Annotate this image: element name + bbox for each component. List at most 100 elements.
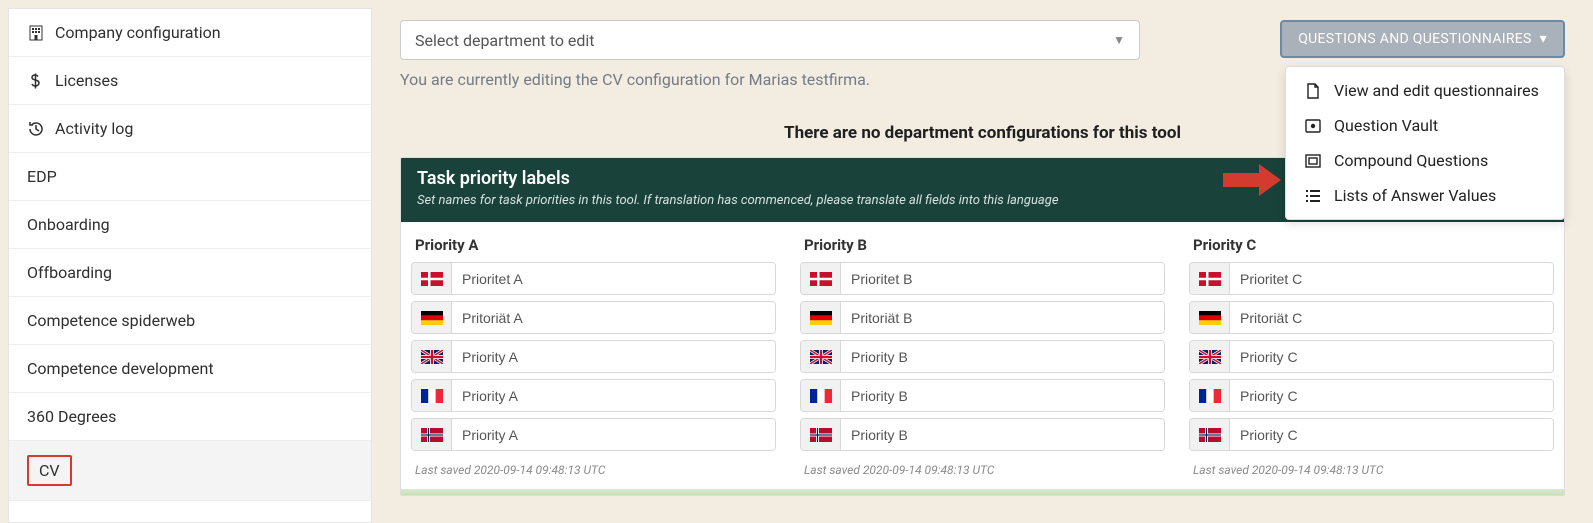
translation-input[interactable]: [1230, 263, 1553, 294]
sidebar-item-company-config[interactable]: Company configuration: [9, 9, 371, 57]
fr-flag-icon: [801, 380, 841, 411]
translation-row: [1189, 301, 1554, 334]
priority-column-title: Priority C: [1189, 236, 1554, 254]
translation-input[interactable]: [452, 263, 775, 294]
translation-row: [1189, 379, 1554, 412]
translation-row: [1189, 340, 1554, 373]
questions-dropdown-menu: View and edit questionnaires Question Va…: [1285, 66, 1565, 220]
vault-icon: [1304, 117, 1322, 135]
sidebar-item-label: Activity log: [55, 119, 133, 138]
sidebar-item-360-degrees[interactable]: 360 Degrees: [9, 393, 371, 441]
department-select-placeholder: Select department to edit: [415, 31, 595, 50]
translation-row: [800, 262, 1165, 295]
priority-column: Priority B Last saved 2020-09-14 09:48:13…: [800, 236, 1165, 481]
dropdown-button-label: QUESTIONS AND QUESTIONNAIRES: [1298, 31, 1531, 47]
history-icon: [27, 120, 45, 138]
dk-flag-icon: [1190, 263, 1230, 294]
menu-item-label: Compound Questions: [1334, 151, 1488, 170]
sidebar-item-competence-spiderweb[interactable]: Competence spiderweb: [9, 297, 371, 345]
de-flag-icon: [801, 302, 841, 333]
last-saved-label: Last saved 2020-09-14 09:48:13 UTC: [800, 457, 1165, 481]
sidebar-item-label: EDP: [27, 167, 57, 186]
translation-input[interactable]: [1230, 380, 1553, 411]
translation-input[interactable]: [841, 380, 1164, 411]
menu-question-vault[interactable]: Question Vault: [1286, 108, 1564, 143]
translation-row: [411, 418, 776, 451]
group-icon: [1304, 152, 1322, 170]
priority-column-title: Priority A: [411, 236, 776, 254]
no-flag-icon: [801, 419, 841, 450]
caret-down-icon: ▾: [1540, 31, 1547, 47]
translation-input[interactable]: [1230, 419, 1553, 450]
building-icon: [27, 24, 45, 42]
uk-flag-icon: [801, 341, 841, 372]
menu-item-label: Lists of Answer Values: [1334, 186, 1496, 205]
translation-row: [1189, 418, 1554, 451]
list-icon: [1304, 187, 1322, 205]
sidebar-item-offboarding[interactable]: Offboarding: [9, 249, 371, 297]
translation-input[interactable]: [452, 380, 775, 411]
translation-input[interactable]: [452, 419, 775, 450]
translation-row: [411, 301, 776, 334]
main-area: Select department to edit ▼ You are curr…: [372, 0, 1593, 515]
fr-flag-icon: [1190, 380, 1230, 411]
translation-row: [411, 379, 776, 412]
file-icon: [1304, 82, 1322, 100]
translation-row: [800, 418, 1165, 451]
no-flag-icon: [412, 419, 452, 450]
no-flag-icon: [1190, 419, 1230, 450]
de-flag-icon: [412, 302, 452, 333]
sidebar-item-label: Company configuration: [55, 23, 221, 42]
translation-input[interactable]: [452, 302, 775, 333]
priority-column: Priority C Last saved 2020-09-14 09:48:13…: [1189, 236, 1554, 481]
uk-flag-icon: [1190, 341, 1230, 372]
chevron-down-icon: ▼: [1113, 33, 1125, 47]
last-saved-label: Last saved 2020-09-14 09:48:13 UTC: [411, 457, 776, 481]
translation-row: [800, 379, 1165, 412]
translation-input[interactable]: [452, 341, 775, 372]
dk-flag-icon: [801, 263, 841, 294]
panel-footer-stripe: [401, 489, 1564, 495]
dollar-icon: [27, 72, 45, 90]
sidebar-item-cv[interactable]: CV: [9, 441, 371, 501]
sidebar-item-label: 360 Degrees: [27, 407, 116, 426]
sidebar-item-licenses[interactable]: Licenses: [9, 57, 371, 105]
translation-row: [800, 340, 1165, 373]
panel-body: Priority A Last saved 2020-09-14 09:48:13…: [401, 222, 1564, 489]
last-saved-label: Last saved 2020-09-14 09:48:13 UTC: [1189, 457, 1554, 481]
sidebar-item-onboarding[interactable]: Onboarding: [9, 201, 371, 249]
menu-compound-questions[interactable]: Compound Questions: [1286, 143, 1564, 178]
sidebar-item-activity-log[interactable]: Activity log: [9, 105, 371, 153]
uk-flag-icon: [412, 341, 452, 372]
menu-lists-of-answer-values[interactable]: Lists of Answer Values: [1286, 178, 1564, 213]
sidebar-item-label: Competence spiderweb: [27, 311, 195, 330]
translation-input[interactable]: [841, 263, 1164, 294]
translation-row: [1189, 262, 1554, 295]
priority-column-title: Priority B: [800, 236, 1165, 254]
sidebar-item-label: Onboarding: [27, 215, 110, 234]
department-select[interactable]: Select department to edit ▼: [400, 20, 1140, 60]
translation-row: [411, 262, 776, 295]
dk-flag-icon: [412, 263, 452, 294]
translation-input[interactable]: [1230, 302, 1553, 333]
translation-row: [800, 301, 1165, 334]
sidebar-item-label: CV: [27, 455, 72, 486]
fr-flag-icon: [412, 380, 452, 411]
translation-row: [411, 340, 776, 373]
translation-input[interactable]: [841, 419, 1164, 450]
translation-input[interactable]: [841, 341, 1164, 372]
sidebar-item-edp[interactable]: EDP: [9, 153, 371, 201]
menu-item-label: Question Vault: [1334, 116, 1438, 135]
sidebar-item-label: Offboarding: [27, 263, 112, 282]
sidebar: Company configuration Licenses Activity …: [8, 8, 372, 523]
menu-view-edit-questionnaires[interactable]: View and edit questionnaires: [1286, 73, 1564, 108]
questions-dropdown-button[interactable]: QUESTIONS AND QUESTIONNAIRES ▾: [1280, 20, 1565, 58]
menu-item-label: View and edit questionnaires: [1334, 81, 1539, 100]
translation-input[interactable]: [1230, 341, 1553, 372]
annotation-arrow-icon: [1223, 160, 1283, 200]
sidebar-item-competence-development[interactable]: Competence development: [9, 345, 371, 393]
translation-input[interactable]: [841, 302, 1164, 333]
sidebar-item-label: Competence development: [27, 359, 214, 378]
sidebar-item-label: Licenses: [55, 71, 118, 90]
de-flag-icon: [1190, 302, 1230, 333]
